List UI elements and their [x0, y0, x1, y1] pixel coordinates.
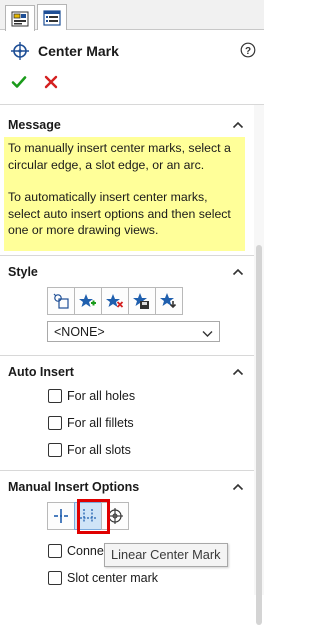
- save-style-button[interactable]: [128, 287, 156, 315]
- for-all-holes-checkbox[interactable]: For all holes: [48, 387, 135, 405]
- for-all-slots-checkbox[interactable]: For all slots: [48, 441, 131, 459]
- delete-style-button[interactable]: [101, 287, 129, 315]
- checkbox-label: Conne: [67, 544, 104, 558]
- load-style-button[interactable]: [155, 287, 183, 315]
- style-section-header[interactable]: Style: [0, 261, 254, 283]
- save-style-icon: [133, 293, 149, 309]
- linear-center-mark-icon: [80, 509, 96, 523]
- checkbox-label: For all holes: [67, 389, 136, 403]
- divider: [0, 104, 264, 105]
- action-bar: [0, 74, 264, 96]
- single-center-mark-icon: [54, 509, 68, 523]
- circular-center-mark-icon: [107, 508, 123, 524]
- message-text-2: To automatically insert center marks, se…: [8, 190, 231, 237]
- checkbox-label: Slot center mark: [67, 571, 159, 585]
- help-icon[interactable]: ?: [240, 42, 256, 61]
- auto-insert-section-header[interactable]: Auto Insert: [0, 361, 254, 383]
- style-toolbar: [47, 287, 183, 315]
- auto-insert-section-label: Auto Insert: [8, 365, 74, 379]
- page-title: Center Mark: [38, 43, 119, 59]
- linear-center-mark-button[interactable]: [74, 502, 102, 530]
- message-section-label: Message: [8, 118, 61, 132]
- chevron-down-icon: [202, 327, 213, 341]
- manual-insert-toolbar: [47, 502, 129, 530]
- property-manager-icon: [11, 11, 29, 26]
- feature-manager-tab[interactable]: [37, 4, 67, 30]
- scrollbar-thumb[interactable]: [256, 245, 262, 625]
- property-manager-tab[interactable]: [5, 5, 35, 31]
- manual-insert-section-header[interactable]: Manual Insert Options: [0, 476, 254, 498]
- panel-tab-bar: [0, 0, 264, 31]
- single-center-mark-button[interactable]: [47, 502, 75, 530]
- center-mark-icon: [10, 41, 30, 64]
- checkbox-box[interactable]: [48, 443, 62, 457]
- add-style-button[interactable]: [74, 287, 102, 315]
- tooltip: Linear Center Mark: [104, 543, 228, 567]
- connection-lines-checkbox[interactable]: Conne: [48, 542, 104, 560]
- slot-center-mark-checkbox[interactable]: Slot center mark: [48, 569, 158, 587]
- property-manager-header: Center Mark ?: [0, 30, 264, 74]
- cancel-icon: [44, 75, 58, 89]
- checkmark-icon: [11, 76, 27, 88]
- for-all-fillets-checkbox[interactable]: For all fillets: [48, 414, 134, 432]
- checkbox-box[interactable]: [48, 571, 62, 585]
- cancel-button[interactable]: [44, 75, 58, 92]
- circular-center-mark-button[interactable]: [101, 502, 129, 530]
- ok-button[interactable]: [11, 74, 27, 93]
- checkbox-box[interactable]: [48, 416, 62, 430]
- add-style-icon: [79, 294, 96, 307]
- chevron-up-icon[interactable]: [232, 481, 244, 495]
- chevron-up-icon[interactable]: [232, 266, 244, 280]
- delete-style-icon: [106, 294, 124, 308]
- feature-manager-icon: [43, 9, 61, 26]
- checkbox-label: For all slots: [67, 443, 131, 457]
- checkbox-box[interactable]: [48, 389, 62, 403]
- style-select-value: <NONE>: [54, 325, 105, 339]
- apply-default-style-button[interactable]: [47, 287, 75, 315]
- message-box: To manually insert center marks, select …: [4, 137, 245, 251]
- divider: [0, 355, 254, 356]
- chevron-up-icon[interactable]: [232, 119, 244, 133]
- message-section-header[interactable]: Message: [0, 114, 254, 136]
- checkbox-box[interactable]: [48, 544, 62, 558]
- message-text-1: To manually insert center marks, select …: [8, 141, 231, 172]
- svg-text:?: ?: [245, 46, 251, 57]
- style-select[interactable]: <NONE>: [47, 321, 220, 342]
- load-style-icon: [160, 293, 177, 309]
- style-section-label: Style: [8, 265, 38, 279]
- chevron-up-icon[interactable]: [232, 366, 244, 380]
- divider: [0, 255, 254, 256]
- apply-default-style-icon: [53, 293, 69, 309]
- scrollbar-track[interactable]: [254, 105, 264, 625]
- divider: [0, 470, 254, 471]
- checkbox-label: For all fillets: [67, 416, 134, 430]
- manual-insert-section-label: Manual Insert Options: [8, 480, 140, 494]
